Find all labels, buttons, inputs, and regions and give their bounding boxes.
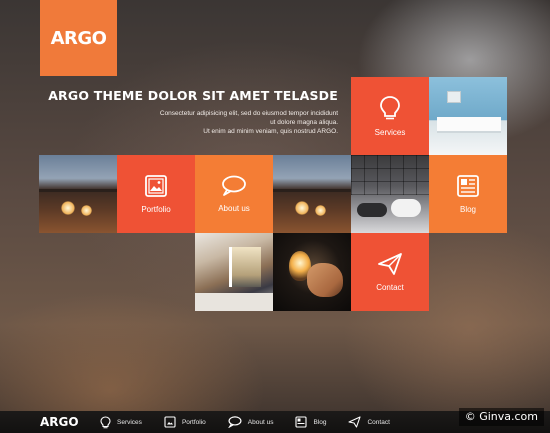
tile-portfolio[interactable]: Portfolio: [117, 155, 195, 233]
photo-living-room: [429, 77, 507, 155]
bottom-nav-services[interactable]: Services: [100, 415, 142, 429]
hero-text: ARGO THEME DOLOR SIT AMET TELASDE Consec…: [48, 88, 338, 136]
hero-line-1: Consectetur adipisicing elit, sed do eiu…: [159, 110, 338, 117]
tile-about-us-label: About us: [218, 204, 250, 213]
photo-terrace-2: [273, 155, 351, 233]
bottom-nav-services-label: Services: [117, 418, 142, 426]
speech-bubble-icon: [228, 416, 242, 428]
newspaper-icon: [295, 416, 308, 428]
paper-plane-icon: [348, 416, 362, 428]
hero-title: ARGO THEME DOLOR SIT AMET TELASDE: [48, 88, 338, 103]
speech-bubble-icon: [222, 175, 246, 196]
bottom-nav-logo[interactable]: ARGO: [40, 415, 100, 429]
picture-icon: [164, 416, 176, 428]
tile-portfolio-label: Portfolio: [141, 205, 171, 214]
bottom-nav-portfolio[interactable]: Portfolio: [164, 416, 206, 428]
tile-blog[interactable]: Blog: [429, 155, 507, 233]
tile-blog-label: Blog: [459, 205, 476, 214]
tile-contact[interactable]: Contact: [351, 233, 429, 311]
picture-icon: [145, 175, 167, 197]
photo-terrace: [39, 155, 117, 233]
logo[interactable]: ARGO: [40, 0, 117, 76]
photo-lightbulb-hand: [273, 233, 351, 311]
bottom-nav-blog[interactable]: Blog: [295, 416, 326, 428]
watermark: © Ginva.com: [458, 408, 544, 426]
tile-services[interactable]: Services: [351, 77, 429, 155]
bottom-nav-contact-label: Contact: [367, 418, 390, 426]
tile-contact-label: Contact: [376, 283, 404, 292]
photo-hallway: [195, 233, 273, 311]
bottom-nav-about-us[interactable]: About us: [228, 416, 274, 428]
lightbulb-icon: [100, 415, 111, 428]
lightbulb-icon: [380, 96, 400, 120]
tile-about-us[interactable]: About us: [195, 155, 273, 233]
newspaper-icon: [457, 175, 479, 197]
logo-text: ARGO: [50, 27, 107, 49]
tile-services-label: Services: [374, 128, 406, 137]
bottom-nav-contact[interactable]: Contact: [348, 416, 390, 428]
hero-line-3: Ut enim ad minim veniam, quis nostrud AR…: [203, 128, 338, 135]
hero-line-2: ut dolore magna aliqua.: [270, 119, 338, 126]
paper-plane-icon: [378, 253, 402, 275]
bottom-nav-blog-label: Blog: [313, 418, 327, 426]
bottom-nav-portfolio-label: Portfolio: [181, 418, 206, 426]
photo-lounge: [351, 155, 429, 233]
bottom-nav-about-us-label: About us: [247, 418, 274, 426]
